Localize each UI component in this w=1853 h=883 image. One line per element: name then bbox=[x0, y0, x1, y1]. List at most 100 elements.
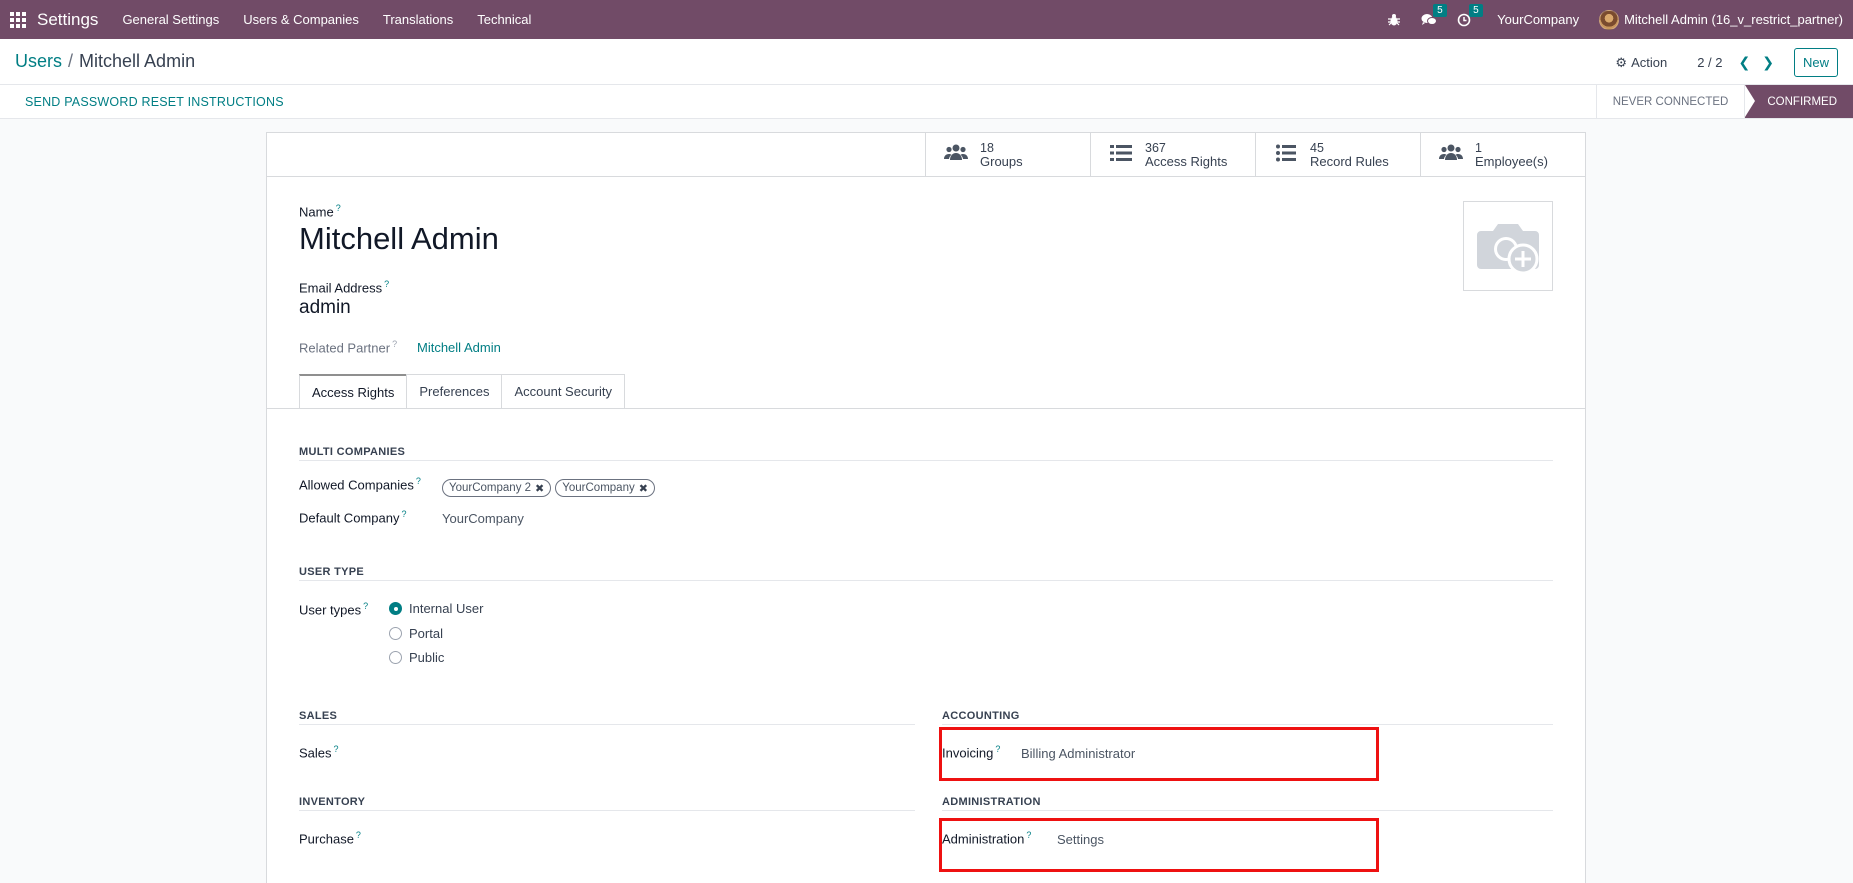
app-menu-icon[interactable] bbox=[0, 0, 36, 39]
sales-title: SALES bbox=[299, 710, 338, 722]
tabs-divider bbox=[267, 408, 1585, 409]
default-company-field[interactable]: YourCompany bbox=[442, 511, 524, 526]
purchase-label: Purchase? bbox=[299, 830, 361, 847]
debug-bug-icon[interactable] bbox=[1387, 13, 1401, 27]
top-navbar: Settings General Settings Users & Compan… bbox=[0, 0, 1853, 39]
section-divider bbox=[942, 810, 1553, 811]
menu-users-companies[interactable]: Users & Companies bbox=[243, 12, 359, 27]
employees-smart-button[interactable]: 1 Employee(s) bbox=[1420, 133, 1585, 177]
action-button[interactable]: ⚙ Action bbox=[1615, 55, 1667, 71]
access-rights-count: 367 bbox=[1145, 141, 1166, 155]
allowed-companies-tags[interactable]: YourCompany 2 ✖ YourCompany ✖ bbox=[442, 479, 659, 497]
accounting-title: ACCOUNTING bbox=[942, 710, 1020, 722]
messages-count-badge: 5 bbox=[1433, 3, 1447, 17]
company-tag: YourCompany ✖ bbox=[555, 479, 655, 497]
status-stages: NEVER CONNECTED CONFIRMED bbox=[1595, 85, 1853, 118]
help-tooltip-icon[interactable]: ? bbox=[334, 744, 339, 754]
section-divider bbox=[942, 724, 1553, 725]
list-bullets-icon bbox=[1274, 142, 1298, 168]
app-name[interactable]: Settings bbox=[37, 10, 98, 30]
radio-unchecked[interactable] bbox=[389, 651, 402, 664]
help-tooltip-icon[interactable]: ? bbox=[356, 830, 361, 840]
groups-smart-button[interactable]: 18 Groups bbox=[925, 133, 1090, 177]
activities-count-badge: 5 bbox=[1469, 3, 1483, 17]
section-divider bbox=[299, 810, 915, 811]
help-tooltip-icon[interactable]: ? bbox=[401, 509, 406, 519]
breadcrumb-users-link[interactable]: Users bbox=[15, 51, 62, 71]
administration-title: ADMINISTRATION bbox=[942, 796, 1041, 808]
control-panel: Users / Mitchell Admin ⚙ Action 2 / 2 ❮ ❯ … bbox=[0, 39, 1853, 85]
messages-icon[interactable]: 5 bbox=[1421, 3, 1447, 27]
new-button[interactable]: New bbox=[1793, 48, 1838, 77]
sales-label: Sales? bbox=[299, 744, 339, 761]
form-sheet: 18 Groups 367 Access Rights 45 Record Ru… bbox=[266, 132, 1586, 883]
pager-next-icon[interactable]: ❯ bbox=[1762, 54, 1774, 71]
name-label: Name? bbox=[299, 203, 341, 220]
access-rights-label: Access Rights bbox=[1145, 154, 1228, 169]
avatar bbox=[1599, 9, 1620, 30]
company-switcher[interactable]: YourCompany bbox=[1497, 12, 1579, 27]
tab-access-rights[interactable]: Access Rights bbox=[299, 374, 408, 408]
help-tooltip-icon[interactable]: ? bbox=[384, 279, 389, 289]
camera-add-icon bbox=[1477, 224, 1539, 275]
menu-translations[interactable]: Translations bbox=[383, 12, 453, 27]
menu-general-settings[interactable]: General Settings bbox=[122, 12, 219, 27]
notebook-tabs: Access Rights Preferences Account Securi… bbox=[299, 374, 626, 408]
status-bar: SEND PASSWORD RESET INSTRUCTIONS NEVER C… bbox=[0, 85, 1853, 119]
remove-tag-icon[interactable]: ✖ bbox=[639, 482, 648, 495]
send-password-reset-button[interactable]: SEND PASSWORD RESET INSTRUCTIONS bbox=[25, 95, 284, 109]
employees-count: 1 bbox=[1475, 141, 1482, 155]
activities-clock-icon[interactable]: 5 bbox=[1457, 3, 1483, 27]
record-rules-label: Record Rules bbox=[1310, 154, 1389, 169]
company-tag: YourCompany 2 ✖ bbox=[442, 479, 552, 497]
menu-technical[interactable]: Technical bbox=[477, 12, 531, 27]
groups-count: 18 bbox=[980, 141, 994, 155]
remove-tag-icon[interactable]: ✖ bbox=[535, 482, 544, 495]
user-type-internal-option[interactable]: Internal User bbox=[389, 601, 483, 616]
stage-never-connected[interactable]: NEVER CONNECTED bbox=[1595, 85, 1745, 118]
smart-buttons-row: 18 Groups 367 Access Rights 45 Record Ru… bbox=[267, 133, 1585, 177]
tab-preferences[interactable]: Preferences bbox=[406, 374, 503, 408]
users-icon bbox=[1439, 142, 1463, 168]
stage-confirmed[interactable]: CONFIRMED bbox=[1744, 85, 1853, 118]
default-company-label: Default Company? bbox=[299, 509, 407, 526]
access-rights-smart-button[interactable]: 367 Access Rights bbox=[1090, 133, 1255, 177]
groups-label: Groups bbox=[980, 154, 1023, 169]
breadcrumb-current: Mitchell Admin bbox=[79, 51, 196, 71]
radio-unchecked[interactable] bbox=[389, 627, 402, 640]
help-tooltip-icon[interactable]: ? bbox=[336, 203, 341, 213]
allowed-companies-label: Allowed Companies? bbox=[299, 476, 421, 493]
user-type-portal-option[interactable]: Portal bbox=[389, 626, 443, 641]
breadcrumb: Users / Mitchell Admin bbox=[15, 51, 195, 72]
related-partner-label: Related Partner? bbox=[299, 339, 398, 356]
radio-checked[interactable] bbox=[389, 602, 402, 615]
action-label: Action bbox=[1631, 55, 1668, 70]
users-icon bbox=[944, 142, 968, 168]
help-tooltip-icon[interactable]: ? bbox=[363, 601, 368, 611]
avatar-upload[interactable] bbox=[1463, 201, 1553, 291]
tab-account-security[interactable]: Account Security bbox=[501, 374, 626, 408]
administration-highlight-box bbox=[939, 818, 1379, 872]
record-rules-smart-button[interactable]: 45 Record Rules bbox=[1255, 133, 1420, 177]
help-tooltip-icon[interactable]: ? bbox=[392, 339, 397, 349]
section-divider bbox=[299, 580, 1553, 581]
user-menu[interactable]: Mitchell Admin (16_v_restrict_partner) bbox=[1599, 9, 1843, 30]
user-name: Mitchell Admin (16_v_restrict_partner) bbox=[1624, 12, 1843, 27]
user-types-label: User types? bbox=[299, 601, 369, 618]
email-field[interactable]: admin bbox=[299, 297, 351, 319]
list-icon bbox=[1109, 142, 1133, 168]
user-type-title: USER TYPE bbox=[299, 566, 365, 578]
breadcrumb-separator: / bbox=[68, 51, 74, 71]
invoicing-highlight-box bbox=[939, 727, 1379, 781]
user-type-public-option[interactable]: Public bbox=[389, 650, 444, 665]
section-divider bbox=[299, 724, 915, 725]
section-divider bbox=[299, 460, 1553, 461]
employees-label: Employee(s) bbox=[1475, 154, 1548, 169]
help-tooltip-icon[interactable]: ? bbox=[416, 476, 421, 486]
pager-value[interactable]: 2 / 2 bbox=[1697, 55, 1722, 70]
gear-icon: ⚙ bbox=[1615, 54, 1628, 70]
name-field[interactable]: Mitchell Admin bbox=[299, 221, 499, 257]
email-label: Email Address? bbox=[299, 279, 390, 296]
pager-previous-icon[interactable]: ❮ bbox=[1739, 54, 1751, 71]
related-partner-link[interactable]: Mitchell Admin bbox=[417, 340, 501, 355]
